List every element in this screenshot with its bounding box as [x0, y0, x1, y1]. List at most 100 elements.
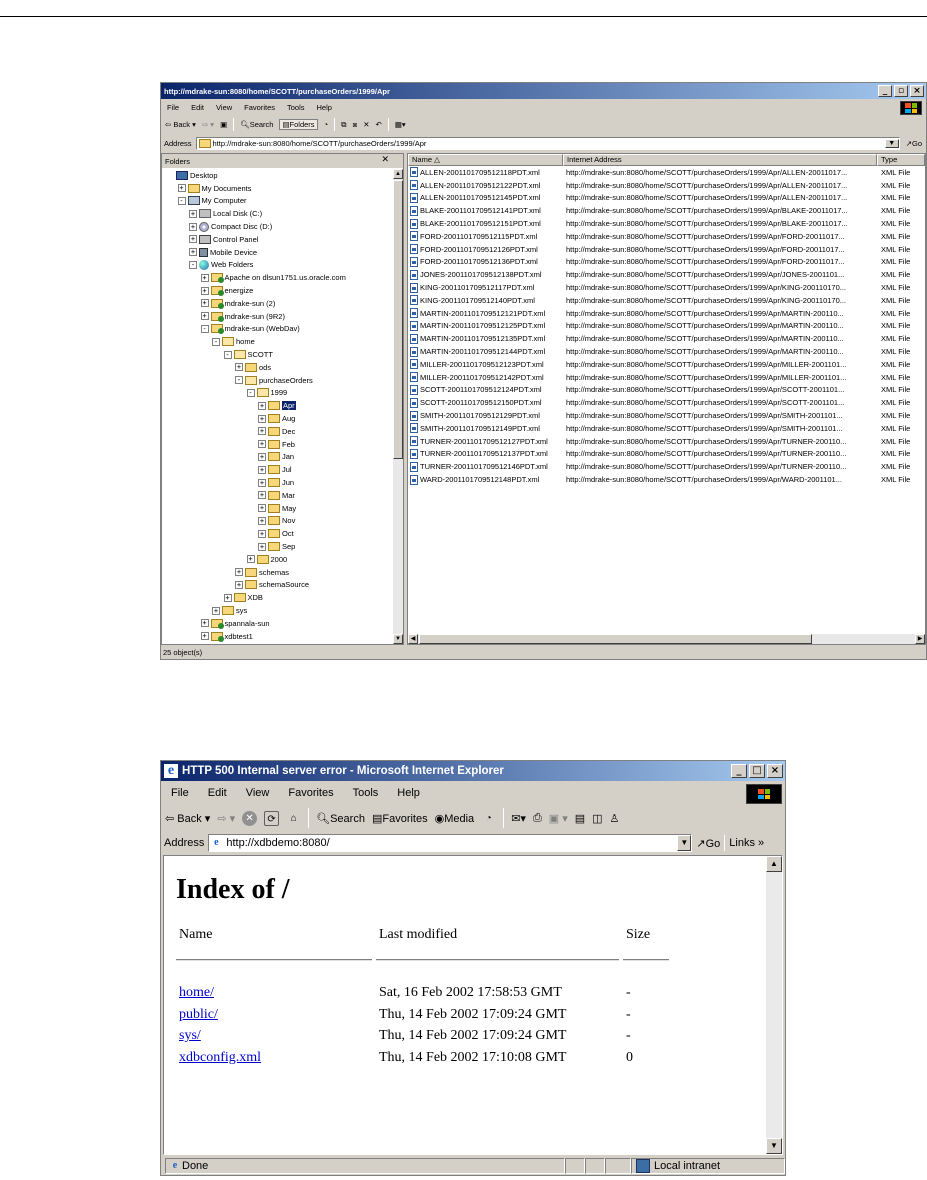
page-vertical-scrollbar[interactable]: ▲ ▼: [766, 856, 782, 1154]
expand-icon[interactable]: +: [200, 273, 209, 282]
menu-item-edit[interactable]: Edit: [185, 103, 210, 112]
expand-icon[interactable]: +: [235, 363, 243, 372]
tree-item[interactable]: + Compact Disc (D:): [189, 220, 272, 233]
tree-item[interactable]: +2000: [246, 553, 287, 566]
search-button[interactable]: 🔍︎Search: [240, 120, 273, 129]
file-row[interactable]: KING-2001101709512140PDT.xml http://mdrak…: [408, 294, 925, 307]
discuss-icon[interactable]: ▤: [575, 812, 585, 825]
column-header-type[interactable]: Type: [877, 154, 925, 166]
expand-icon[interactable]: +: [258, 529, 266, 538]
address-dropdown-icon[interactable]: ▼: [677, 835, 692, 851]
print-icon[interactable]: ⎙: [533, 812, 542, 825]
tree-item[interactable]: + Apr: [258, 399, 296, 412]
collapse-icon[interactable]: -: [223, 350, 232, 359]
undo-icon[interactable]: ↶: [376, 120, 382, 129]
tree-item[interactable]: + schemas: [235, 566, 289, 579]
listing-link[interactable]: public/: [179, 1007, 218, 1022]
tree-item[interactable]: + Apache on dlsun1751.us.oracle.com: [200, 271, 346, 284]
minimize-button[interactable]: _: [878, 85, 892, 97]
tree-item[interactable]: + spannala-sun: [200, 617, 270, 630]
menu-item-view[interactable]: View: [236, 787, 279, 799]
tree-item[interactable]: + Jun: [258, 476, 294, 489]
listing-link[interactable]: sys/: [179, 1028, 201, 1043]
folders-button[interactable]: ▤Folders: [279, 119, 318, 130]
file-row[interactable]: MILLER-2001101709512142PDT.xml http://mdr…: [408, 371, 925, 384]
expand-icon[interactable]: +: [200, 286, 209, 295]
expand-icon[interactable]: +: [189, 248, 197, 257]
views-icon[interactable]: ▦▾: [395, 120, 406, 129]
tree-item[interactable]: + Oct: [258, 527, 294, 540]
file-row[interactable]: WARD-2001101709512148PDT.xml http://mdrak…: [408, 473, 925, 486]
expand-icon[interactable]: +: [177, 184, 186, 193]
tree-item[interactable]: Desktop: [166, 169, 218, 182]
menu-item-file[interactable]: File: [161, 103, 185, 112]
file-row[interactable]: ALLEN-2001101709512118PDT.xml http://mdra…: [408, 166, 925, 179]
expand-icon[interactable]: +: [189, 209, 197, 218]
tree-item[interactable]: + energize: [200, 284, 253, 297]
tree-item[interactable]: - SCOTT: [223, 348, 273, 361]
delete-icon[interactable]: ✕: [363, 120, 369, 129]
tree-item[interactable]: + Sep: [258, 540, 295, 553]
address-dropdown-icon[interactable]: ▼: [884, 138, 899, 148]
expand-icon[interactable]: +: [235, 580, 243, 589]
tree-item[interactable]: - purchaseOrders: [235, 374, 313, 387]
menu-item-help[interactable]: Help: [387, 787, 429, 799]
expand-icon[interactable]: +: [258, 414, 266, 423]
menu-item-favorites[interactable]: Favorites: [278, 787, 342, 799]
tree-item[interactable]: - home: [212, 335, 255, 348]
expand-icon[interactable]: +: [223, 593, 232, 602]
collapse-icon[interactable]: -: [200, 324, 209, 333]
file-row[interactable]: BLAKE-2001101709512141PDT.xml http://mdra…: [408, 204, 925, 217]
expand-icon[interactable]: +: [200, 619, 209, 628]
file-row[interactable]: SMITH-2001101709512149PDT.xml http://mdra…: [408, 422, 925, 435]
column-header-internet-address[interactable]: Internet Address: [563, 154, 877, 166]
collapse-icon[interactable]: -: [246, 388, 255, 397]
collapse-icon[interactable]: -: [212, 337, 220, 346]
expand-icon[interactable]: +: [246, 555, 255, 564]
forward-button[interactable]: ⇨ ▾: [202, 120, 214, 129]
explorer-title-bar[interactable]: http://mdrake-sun:8080/home/SCOTT/purcha…: [161, 83, 926, 99]
file-row[interactable]: SCOTT-2001101709512150PDT.xml http://mdra…: [408, 396, 925, 409]
minimize-button[interactable]: _: [731, 764, 747, 778]
listing-link[interactable]: xdbconfig.xml: [179, 1050, 261, 1065]
stop-icon[interactable]: ✕: [242, 810, 258, 826]
tree-item[interactable]: + Dec: [258, 425, 295, 438]
expand-icon[interactable]: +: [258, 452, 266, 461]
collapse-icon[interactable]: -: [177, 196, 186, 205]
file-row[interactable]: SMITH-2001101709512129PDT.xml http://mdra…: [408, 409, 925, 422]
favorites-button[interactable]: ▤Favorites: [372, 812, 428, 825]
tree-item[interactable]: + ods: [235, 361, 271, 374]
file-row[interactable]: MARTIN-2001101709512144PDT.xml http://mdr…: [408, 345, 925, 358]
scroll-up-icon[interactable]: ▲: [766, 856, 782, 872]
file-row[interactable]: BLAKE-2001101709512151PDT.xml http://mdra…: [408, 217, 925, 230]
file-row[interactable]: FORD-2001101709512136PDT.xml http://mdrak…: [408, 256, 925, 269]
file-row[interactable]: MARTIN-2001101709512125PDT.xml http://mdr…: [408, 320, 925, 333]
expand-icon[interactable]: +: [212, 606, 220, 615]
back-button[interactable]: ⇦ Back ▾: [165, 120, 196, 129]
file-list-horizontal-scrollbar[interactable]: ◀ ▶: [408, 634, 925, 644]
file-row[interactable]: SCOTT-2001101709512124PDT.xml http://mdra…: [408, 384, 925, 397]
tree-item[interactable]: + Mobile Device: [189, 246, 257, 259]
scroll-thumb[interactable]: [419, 634, 812, 644]
file-row[interactable]: KING-2001101709512117PDT.xml http://mdrak…: [408, 281, 925, 294]
links-button[interactable]: Links »: [729, 837, 764, 849]
tree-item[interactable]: + mdrake-sun (2): [200, 297, 275, 310]
refresh-icon[interactable]: ⟳: [264, 810, 280, 826]
address-input[interactable]: http://mdrake-sun:8080/home/SCOTT/purcha…: [195, 136, 900, 150]
tree-item[interactable]: + Control Panel: [189, 233, 258, 246]
up-folder-icon[interactable]: ▣: [220, 120, 227, 129]
scroll-down-icon[interactable]: ▼: [393, 634, 403, 644]
expand-icon[interactable]: +: [258, 516, 266, 525]
tree-item[interactable]: + sys: [212, 604, 247, 617]
tree-item[interactable]: + Nov: [258, 515, 295, 528]
search-button[interactable]: 🔍︎Search: [316, 812, 365, 825]
expand-icon[interactable]: +: [258, 478, 266, 487]
listing-link[interactable]: home/: [179, 985, 214, 1000]
tree-item[interactable]: + Mar: [258, 489, 295, 502]
history-icon[interactable]: ◔: [481, 811, 496, 826]
expand-icon[interactable]: +: [189, 222, 197, 231]
back-button[interactable]: ⇦ Back ▾: [165, 812, 210, 825]
tree-item[interactable]: + Jan: [258, 451, 294, 464]
expand-icon[interactable]: +: [200, 632, 209, 641]
maximize-button[interactable]: □: [749, 764, 765, 778]
